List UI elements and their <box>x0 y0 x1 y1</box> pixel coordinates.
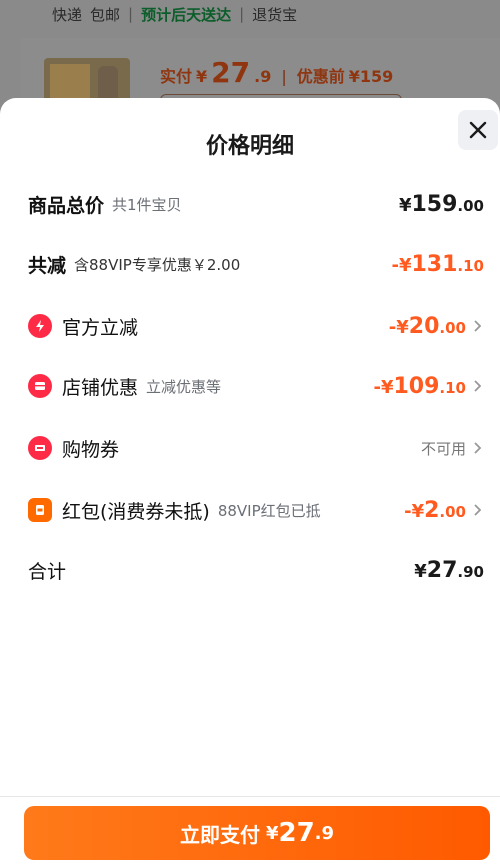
row-store-discount[interactable]: 店铺优惠 立减优惠等 - ¥109.10 <box>28 370 484 402</box>
paid-price: 实付 ¥ 27 .9 | 优惠前 ¥159 <box>160 56 394 89</box>
delivery-info: 快递 包邮 | 预计后天送达 | 退货宝 <box>52 5 298 24</box>
amount: - ¥2.00 <box>404 497 466 523</box>
row-shopping-coupon[interactable]: 购物券 不可用 <box>28 432 484 464</box>
amount: - ¥109.10 <box>373 373 466 399</box>
delivery-method: 快递 <box>52 5 83 24</box>
before-discount-value: ¥159 <box>348 67 394 86</box>
chevron-right-icon <box>474 380 482 392</box>
before-discount-label: 优惠前 <box>296 67 345 86</box>
row-total-discount: 共减 含88VIP专享优惠￥2.00 - ¥131.10 <box>28 251 484 277</box>
close-icon <box>469 121 487 139</box>
coupon-status: 不可用 <box>420 439 466 458</box>
ticket-icon <box>28 436 52 460</box>
row-total-goods: 商品总价 共1件宝贝 ¥159.00 <box>28 191 484 217</box>
return-insurance: 退货宝 <box>252 5 298 24</box>
price-detail-sheet: 价格明细 商品总价 共1件宝贝 ¥159.00 共减 含88VIP专享优惠￥2.… <box>0 98 500 866</box>
sheet-title: 价格明细 <box>205 134 294 159</box>
amount: ¥159.00 <box>398 191 484 217</box>
row-red-packet[interactable]: 红包(消费券未抵) 88VIP红包已抵 - ¥2.00 <box>28 494 484 526</box>
close-button[interactable] <box>458 110 498 150</box>
amount: - ¥20.00 <box>388 313 466 339</box>
shop-icon <box>28 374 52 398</box>
delivery-estimate: 预计后天送达 <box>141 5 232 24</box>
pay-now-button[interactable]: 立即支付 ¥ 27 .9 <box>24 806 490 860</box>
chevron-right-icon <box>474 320 482 332</box>
chevron-right-icon <box>474 442 482 454</box>
red-packet-icon <box>28 498 52 522</box>
lightning-icon <box>28 314 52 338</box>
amount: ¥27.90 <box>414 557 484 583</box>
row-official-discount[interactable]: 官方立减 - ¥20.00 <box>28 310 484 342</box>
chevron-right-icon <box>474 504 482 516</box>
free-shipping: 包邮 <box>90 5 121 24</box>
amount: - ¥131.10 <box>391 251 484 277</box>
row-total: 合计 ¥27.90 <box>28 557 484 583</box>
